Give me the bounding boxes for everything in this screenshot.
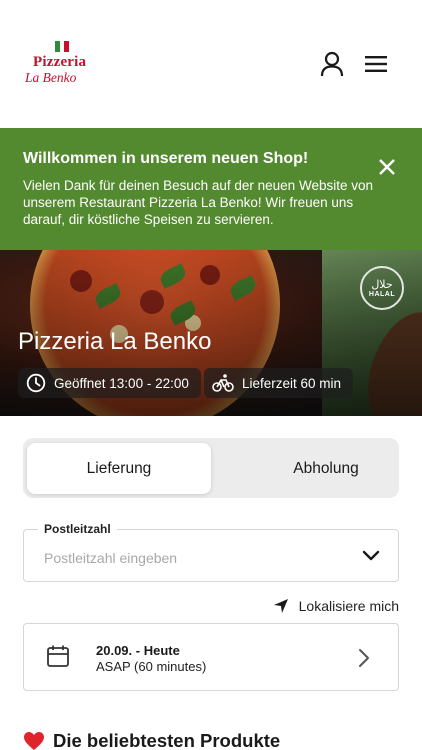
welcome-banner: Willkommen in unserem neuen Shop! Vielen… [0,128,422,250]
italian-flag-icon [55,41,70,52]
logo-line2: La Benko [25,70,77,85]
order-mode-toggle: Lieferung Abholung [23,438,399,498]
postal-code-select[interactable]: Postleitzahl Postleitzahl eingeben [23,522,399,582]
account-button[interactable] [318,50,346,78]
popular-products-title: Die beliebtesten Produkte [53,730,281,750]
locate-me-label: Lokalisiere mich [298,598,399,614]
hero-image: حلال HALAL Pizzeria La Benko Geöffnet 13… [0,250,422,416]
halal-label: HALAL [368,291,396,298]
hamburger-menu-icon [365,56,387,72]
tab-delivery[interactable]: Lieferung [27,443,211,494]
postal-code-placeholder: Postleitzahl eingeben [44,550,178,566]
delivery-time-value: ASAP (60 minutes) [96,659,207,674]
menu-button[interactable] [362,50,390,78]
clock-icon [26,373,46,393]
bicycle-icon [212,374,234,392]
restaurant-name: Pizzeria La Benko [18,328,212,355]
delivery-time-selector[interactable]: 20.09. - Heute ASAP (60 minutes) [23,623,399,691]
chevron-right-icon [359,649,369,667]
delivery-time-chip: Lieferzeit 60 min [204,368,354,398]
user-icon [320,51,344,77]
popular-products-heading: Die beliebtesten Produkte [23,730,280,750]
location-arrow-icon [273,599,288,613]
banner-title: Willkommen in unserem neuen Shop! [23,150,309,167]
banner-close-button[interactable] [376,156,398,178]
header: Pizzeria La Benko [0,0,422,128]
opening-hours-chip: Geöffnet 13:00 - 22:00 [18,368,201,398]
calendar-icon [47,645,69,667]
heart-icon [24,732,44,750]
locate-me-button[interactable]: Lokalisiere mich [273,598,399,614]
logo-line1: Pizzeria [33,54,87,70]
close-icon [379,159,395,175]
opening-hours: Geöffnet 13:00 - 22:00 [54,375,189,391]
logo[interactable]: Pizzeria La Benko [22,40,102,90]
halal-badge: حلال HALAL [360,266,404,310]
chevron-down-icon [362,550,380,561]
tab-pickup[interactable]: Abholung [237,443,415,494]
delivery-date: 20.09. - Heute [96,643,180,658]
delivery-time: Lieferzeit 60 min [242,375,342,391]
halal-arabic: حلال [371,278,393,291]
banner-text: Vielen Dank für deinen Besuch auf der ne… [23,178,373,227]
postal-code-label: Postleitzahl [38,522,117,536]
